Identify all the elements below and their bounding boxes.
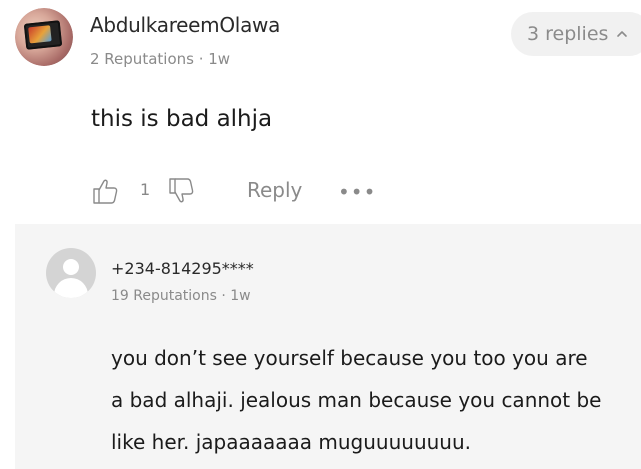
reply-thread: +234-814295**** 19 Reputations · 1w you …: [15, 224, 641, 469]
like-count: 1: [140, 180, 151, 199]
reply-username[interactable]: +234-814295****: [111, 259, 254, 278]
reply-button[interactable]: Reply: [247, 178, 302, 202]
avatar-photo: [15, 8, 73, 66]
reply-text: you don’t see yourself because you too y…: [111, 337, 641, 463]
replies-count-label: 3 replies: [527, 23, 609, 45]
reply-text-line: a bad alhaji. jealous man because you ca…: [111, 388, 602, 412]
default-user-icon[interactable]: [46, 248, 96, 298]
comment-text: this is bad alhja: [91, 106, 273, 132]
reply-text-line: you don’t see yourself because you too y…: [111, 346, 588, 370]
comment-actions: 1 Reply •••: [90, 172, 420, 208]
reply-text-line: like her. japaaaaaaa muguuuuuuuu.: [111, 430, 471, 454]
comment-username[interactable]: AbdulkareemOlawa: [90, 13, 280, 37]
more-dots-icon[interactable]: •••: [338, 180, 376, 204]
user-avatar[interactable]: [15, 8, 73, 66]
comment-meta: 2 Reputations · 1w: [90, 50, 231, 68]
reply-meta: 19 Reputations · 1w: [111, 288, 251, 304]
chevron-up-icon: [617, 31, 628, 37]
thumbs-down-icon[interactable]: [166, 176, 196, 206]
replies-toggle-button[interactable]: 3 replies: [511, 12, 641, 56]
thumbs-up-icon[interactable]: [90, 176, 120, 206]
